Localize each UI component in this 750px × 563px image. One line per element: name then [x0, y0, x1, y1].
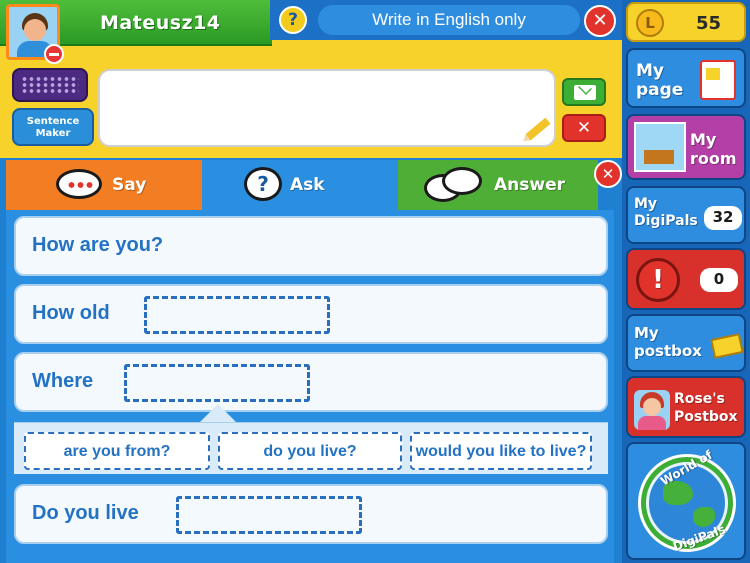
- username: Mateusz14: [100, 12, 221, 34]
- blank-slot[interactable]: [144, 296, 330, 334]
- option-chip[interactable]: do you live?: [218, 432, 402, 470]
- sidebar-item-my-postbox[interactable]: My postbox: [626, 314, 746, 372]
- option-chip[interactable]: are you from?: [24, 432, 210, 470]
- tab-label: Say: [112, 175, 147, 195]
- sentence-row[interactable]: How are you?: [14, 216, 608, 276]
- flag-badge-icon: [44, 44, 64, 64]
- clear-button[interactable]: ✕: [562, 114, 606, 142]
- avatar-face: [24, 19, 46, 41]
- tab-label: Answer: [494, 175, 565, 195]
- send-button[interactable]: [562, 78, 606, 106]
- page-title: Write in English only: [318, 5, 580, 35]
- help-button[interactable]: ?: [279, 6, 307, 34]
- sidebar-item-label: My postbox: [634, 324, 702, 360]
- reply-bubble-icon: [442, 167, 482, 195]
- options-pointer: [200, 404, 236, 422]
- room-icon: [634, 122, 686, 172]
- option-chip[interactable]: would you like to live?: [410, 432, 592, 470]
- sentence-list: How are you? How old Where are you from?…: [6, 210, 614, 563]
- blank-slot[interactable]: [176, 496, 362, 534]
- sidebar-item-label: Rose's Postbox: [674, 391, 738, 425]
- envelope-icon: [710, 333, 744, 359]
- sidebar-item-world-of-digipals[interactable]: World of DigiPals: [626, 442, 746, 560]
- keyboard-button[interactable]: [12, 68, 88, 102]
- options-row: are you from? do you live? would you lik…: [14, 422, 608, 474]
- sidebar-item-roses-postbox[interactable]: Rose's Postbox: [626, 376, 746, 438]
- tab-ask[interactable]: ? Ask: [202, 160, 398, 210]
- speech-bubble-icon: [56, 169, 102, 199]
- envelope-icon: [574, 85, 596, 100]
- sentence-row[interactable]: Do you live: [14, 484, 608, 544]
- page-icon: [700, 60, 736, 100]
- sentence-stem: Where: [32, 370, 94, 392]
- tab-answer[interactable]: Answer: [398, 160, 598, 210]
- sentence-stem: How old: [32, 302, 110, 324]
- sidebar-item-label: My DigiPals: [634, 196, 698, 229]
- sentence-stem: How are you?: [32, 234, 164, 256]
- question-bubble-icon: ?: [244, 167, 282, 201]
- digipals-count-badge: 32: [704, 206, 742, 230]
- sentence-stem: Do you live: [32, 502, 139, 524]
- sidebar: L 55 My page My room My DigiPals 32 ! 0 …: [622, 0, 750, 563]
- sidebar-item-label: My room: [690, 130, 737, 168]
- coin-icon: L: [636, 9, 664, 37]
- keyboard-icon: [21, 76, 79, 94]
- alerts-count-badge: 0: [700, 268, 738, 292]
- sidebar-item-label: My page: [636, 61, 684, 100]
- close-button[interactable]: ✕: [584, 5, 616, 37]
- blank-slot[interactable]: [124, 364, 310, 402]
- rose-avatar: [634, 390, 670, 430]
- sidebar-item-my-digipals[interactable]: My DigiPals 32: [626, 186, 746, 244]
- sidebar-item-my-room[interactable]: My room: [626, 114, 746, 180]
- sentence-row[interactable]: How old: [14, 284, 608, 344]
- coins-counter[interactable]: L 55: [626, 2, 746, 42]
- tab-label: Ask: [290, 175, 325, 195]
- tab-bar: Say ? Ask Answer: [6, 160, 598, 210]
- sentence-row[interactable]: Where: [14, 352, 608, 412]
- message-input[interactable]: [98, 69, 556, 147]
- panel-close-button[interactable]: ✕: [594, 160, 622, 188]
- sidebar-item-my-page[interactable]: My page: [626, 48, 746, 108]
- sidebar-item-alerts[interactable]: ! 0: [626, 248, 746, 310]
- coins-value: 55: [696, 13, 722, 34]
- alert-icon: !: [636, 258, 680, 302]
- sentence-maker-button[interactable]: Sentence Maker: [12, 108, 94, 146]
- tab-say[interactable]: Say: [6, 160, 202, 210]
